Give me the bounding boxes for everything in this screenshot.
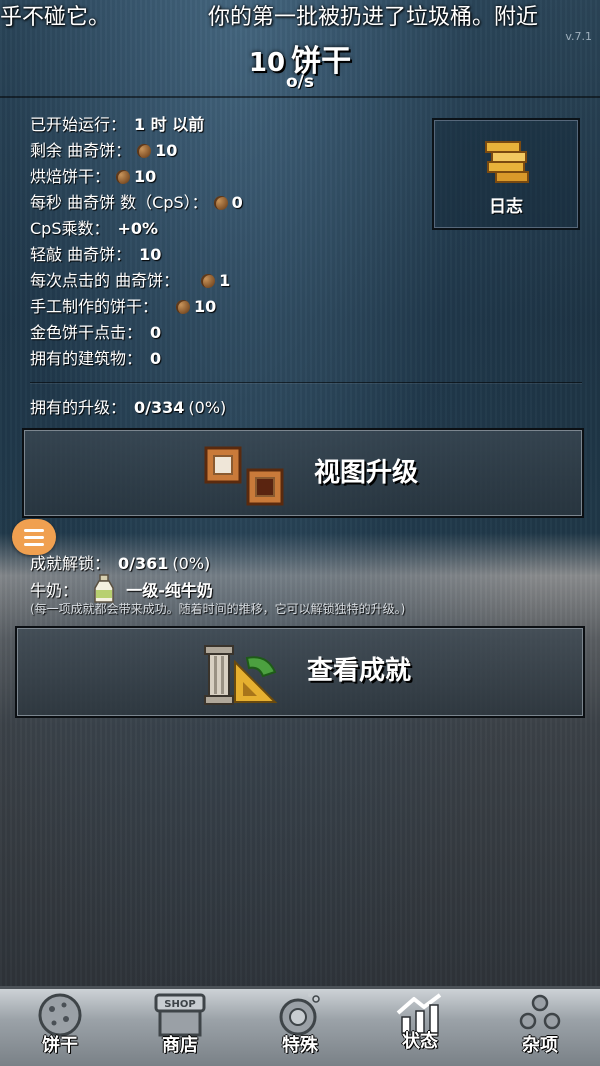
stat-value: 10 bbox=[155, 141, 178, 160]
stat-value: 10 bbox=[134, 167, 157, 186]
stat-label: 轻敲 曲奇饼： bbox=[30, 245, 132, 264]
stat-value: 10 bbox=[139, 245, 162, 264]
stat-row: 每秒 曲奇饼 数（CpS）： 0 bbox=[30, 190, 243, 216]
upgrades-owned-value: 0/334 bbox=[134, 398, 185, 417]
view-upgrades-label: 视图升级 bbox=[314, 458, 419, 488]
header-divider bbox=[0, 96, 600, 98]
achievements-value: 0/361 bbox=[118, 554, 169, 573]
stat-value: 1 时 以前 bbox=[134, 115, 205, 134]
stat-row: 已开始运行： 1 时 以前 bbox=[30, 112, 243, 138]
view-achievements-button[interactable]: 查看成就 bbox=[15, 626, 585, 718]
stat-row: 每次点击的 曲奇饼： 1 bbox=[30, 268, 243, 294]
view-achievements-label: 查看成就 bbox=[307, 656, 412, 686]
milk-value: 一级-纯牛奶 bbox=[126, 581, 213, 600]
achievements-label: 成就解锁： bbox=[30, 554, 111, 573]
trophy-pillar-icon bbox=[204, 645, 278, 705]
achievements-unlocked: 成就解锁： 0/361 (0%) bbox=[30, 550, 210, 574]
stat-label: 剩余 曲奇饼： bbox=[30, 141, 132, 160]
stat-label: 每秒 曲奇饼 数（CpS）： bbox=[30, 193, 208, 212]
nav-shop[interactable]: SHOP 商店 bbox=[120, 989, 240, 1066]
shop-sign-text: SHOP bbox=[164, 999, 195, 1010]
stat-row: 拥有的建筑物： 0 bbox=[30, 346, 243, 372]
milk-label: 牛奶： bbox=[30, 581, 79, 600]
cookie-icon bbox=[213, 196, 228, 210]
cookie-icon bbox=[116, 170, 131, 184]
stat-label: 每次点击的 曲奇饼： bbox=[30, 271, 180, 290]
nav-misc-label: 杂项 bbox=[522, 1035, 558, 1056]
stat-row: 手工制作的饼干： 10 bbox=[30, 294, 243, 320]
nav-stats-label: 状态 bbox=[402, 1031, 438, 1052]
log-button[interactable]: 日志 bbox=[432, 118, 580, 230]
nav-stats[interactable]: 状态 bbox=[360, 989, 480, 1066]
stat-row: 烘焙饼干： 10 bbox=[30, 164, 243, 190]
bottom-nav: 饼干 SHOP 商店 特殊 状态 杂项 bbox=[0, 986, 600, 1066]
stat-row: 金色饼干点击： 0 bbox=[30, 320, 243, 346]
ticker-text-right: 你的第一批被扔进了垃圾桶。附近 bbox=[208, 5, 539, 30]
stat-row: 轻敲 曲奇饼： 10 bbox=[30, 242, 243, 268]
cookies-per-second: o/s bbox=[285, 72, 314, 92]
cookie-icon bbox=[201, 274, 216, 288]
stat-value: +0% bbox=[117, 219, 159, 238]
ticker-text-left: 乎不碰它。 bbox=[0, 5, 111, 30]
stat-value: 0 bbox=[150, 349, 162, 368]
view-upgrades-button[interactable]: 视图升级 bbox=[22, 428, 584, 518]
stats-list: 已开始运行： 1 时 以前 剩余 曲奇饼： 10 烘焙饼干： 10 每秒 曲奇饼 数（… bbox=[30, 112, 243, 372]
divider bbox=[30, 382, 582, 383]
stat-label: 已开始运行： bbox=[30, 115, 127, 134]
stat-label: 烘焙饼干： bbox=[30, 167, 111, 186]
upgrades-owned: 拥有的升级： 0/334 (0%) bbox=[30, 394, 226, 418]
stat-label: 金色饼干点击： bbox=[30, 323, 143, 342]
upgrade-icon bbox=[204, 446, 284, 506]
nav-special[interactable]: 特殊 bbox=[240, 989, 360, 1066]
nav-shop-label: 商店 bbox=[162, 1035, 198, 1056]
upgrades-owned-label: 拥有的升级： bbox=[30, 398, 127, 417]
stat-value: 0 bbox=[150, 323, 162, 342]
scroll-icon bbox=[485, 141, 529, 183]
nav-misc[interactable]: 杂项 bbox=[480, 989, 600, 1066]
achievements-note: (每一项成就都会带来成功。随着时间的推移，它可以解锁独特的升级。) bbox=[30, 602, 406, 616]
news-ticker[interactable]: 乎不碰它。 你的第一批被扔进了垃圾桶。附近 bbox=[0, 0, 600, 36]
log-button-label: 日志 bbox=[489, 197, 523, 217]
nav-cookie[interactable]: 饼干 bbox=[0, 989, 120, 1066]
stat-label: CpS乘数： bbox=[30, 219, 110, 238]
nav-special-label: 特殊 bbox=[282, 1035, 318, 1056]
stat-row: 剩余 曲奇饼： 10 bbox=[30, 138, 243, 164]
stat-value: 0 bbox=[231, 193, 243, 212]
upgrades-owned-percent: (0%) bbox=[188, 398, 227, 417]
stat-label: 手工制作的饼干： bbox=[30, 297, 159, 316]
stat-value: 10 bbox=[194, 297, 217, 316]
nav-cookie-label: 饼干 bbox=[42, 1035, 78, 1056]
achievements-percent: (0%) bbox=[172, 554, 211, 573]
stat-value: 1 bbox=[219, 271, 231, 290]
cookie-icon bbox=[137, 144, 152, 158]
cookie-icon bbox=[176, 300, 191, 314]
stat-label: 拥有的建筑物： bbox=[30, 349, 143, 368]
stat-row: CpS乘数： +0% bbox=[30, 216, 243, 242]
